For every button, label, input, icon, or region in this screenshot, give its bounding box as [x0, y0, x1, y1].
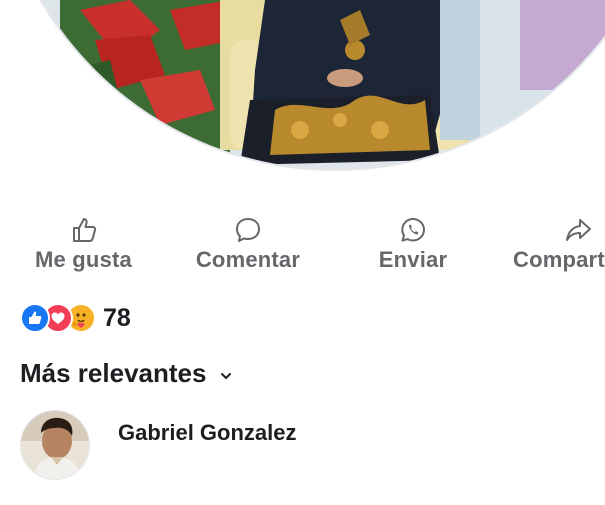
like-button[interactable]: Me gusta: [26, 215, 141, 273]
reactions-summary[interactable]: 78: [20, 303, 131, 333]
comment-author[interactable]: Gabriel Gonzalez: [118, 420, 297, 446]
post-action-bar: Me gusta Comentar Enviar Compartir: [0, 215, 605, 285]
photo-image: [0, 0, 605, 171]
share-button[interactable]: Compartir: [513, 215, 605, 273]
send-label: Enviar: [378, 247, 448, 272]
avatar[interactable]: [20, 410, 90, 480]
comment-sort-dropdown[interactable]: Más relevantes: [20, 358, 232, 389]
send-button[interactable]: Enviar: [372, 215, 454, 273]
like-label: Me gusta: [35, 247, 132, 272]
chevron-down-icon: [221, 372, 232, 379]
comment-button[interactable]: Comentar: [186, 215, 310, 273]
whatsapp-icon: [401, 218, 425, 242]
post-photo[interactable]: [0, 0, 605, 185]
reaction-count: 78: [103, 303, 131, 332]
share-label: Compartir: [513, 247, 605, 272]
thumbs-up-icon: [72, 218, 96, 242]
comment-label: Comentar: [195, 247, 301, 272]
like-reaction-icon: [20, 303, 50, 333]
sort-label: Más relevantes: [20, 358, 207, 388]
share-arrow-icon: [566, 219, 591, 241]
comment-bubble-icon: [236, 218, 260, 242]
